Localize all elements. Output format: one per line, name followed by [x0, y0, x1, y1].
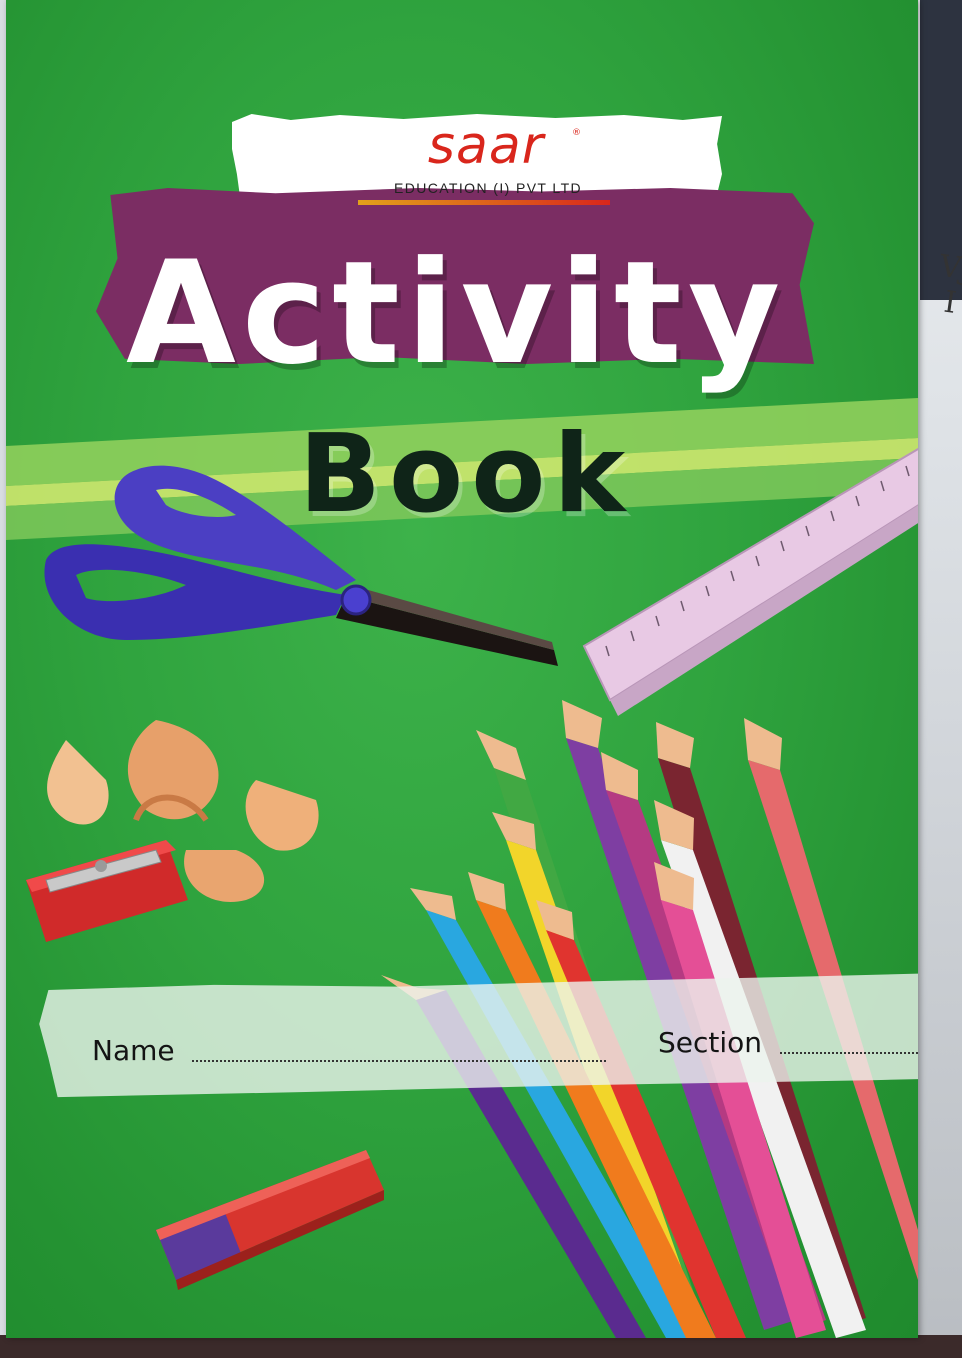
eraser-icon	[156, 1150, 384, 1290]
cover-artwork	[26, 447, 918, 1338]
background-table-edge	[0, 1335, 962, 1358]
name-field-line	[192, 1058, 606, 1062]
book-cover: saar ® EDUCATION (I) PVT LTD Activity Bo…	[6, 0, 918, 1338]
section-field-line	[780, 1050, 918, 1054]
scissors-icon	[44, 465, 558, 666]
section-label: Section	[658, 1026, 763, 1059]
ruler-icon	[582, 447, 918, 716]
sharpener-icon	[26, 840, 188, 942]
name-label: Name	[92, 1034, 175, 1067]
